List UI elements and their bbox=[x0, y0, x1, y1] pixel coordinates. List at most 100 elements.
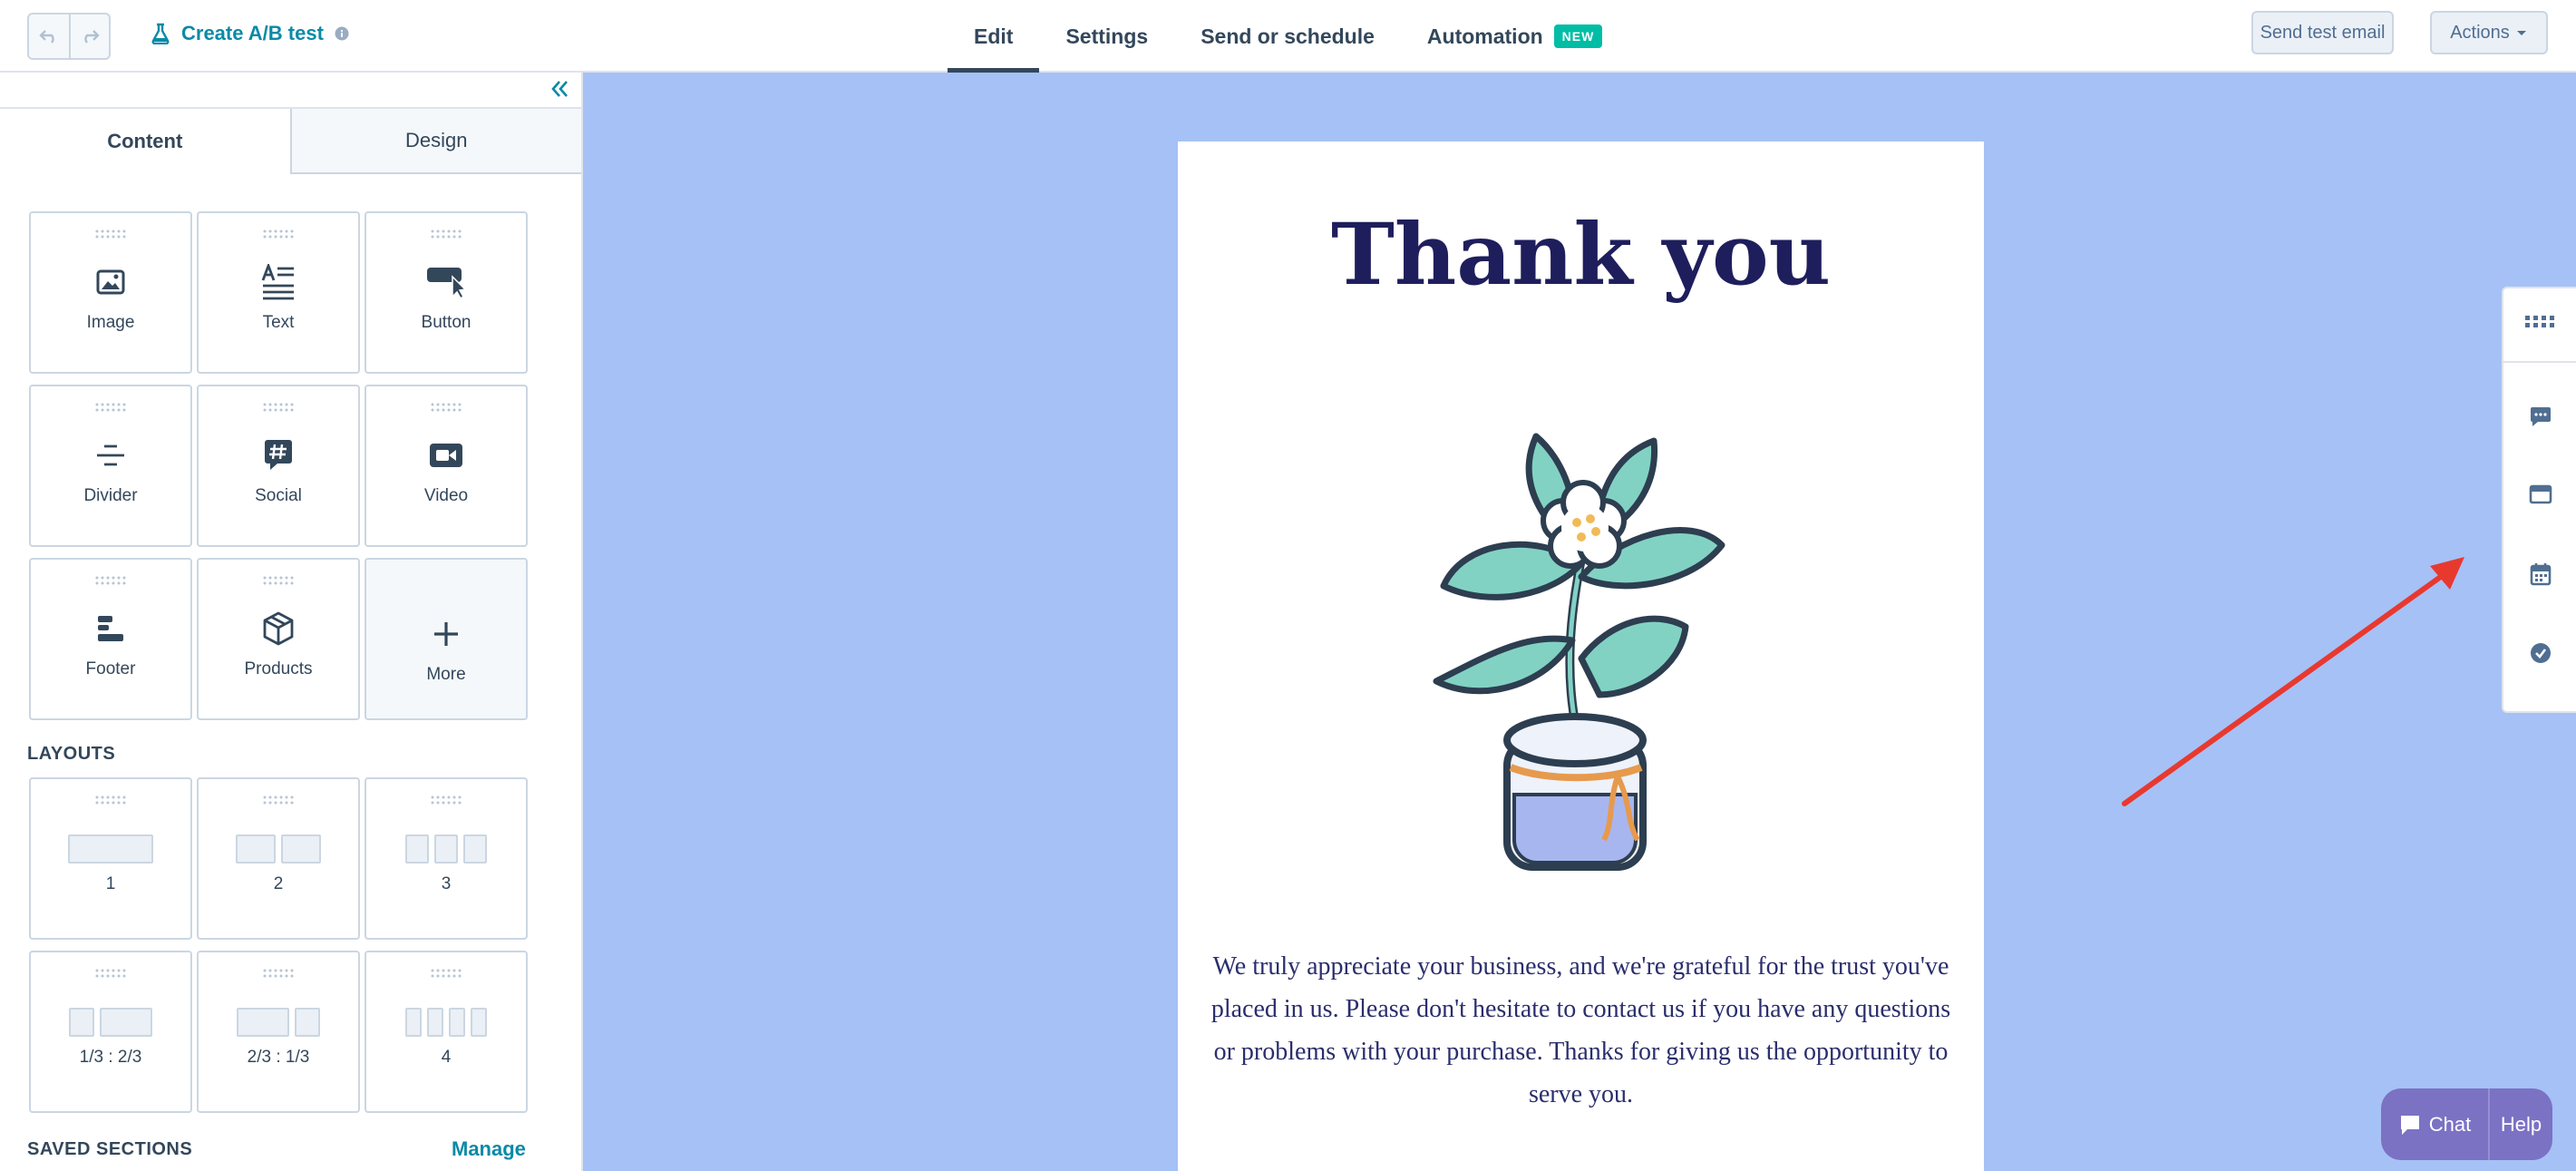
drag-handle-icon bbox=[95, 576, 126, 585]
layout-grid: 1 2 3 1/3 : 2/3 2/3 : 1/3 4 bbox=[29, 777, 528, 1113]
tab-send-or-schedule[interactable]: Send or schedule bbox=[1174, 0, 1401, 73]
annotation-arrow bbox=[2122, 557, 2464, 806]
tab-design-label: Design bbox=[405, 129, 468, 151]
module-products-label: Products bbox=[244, 659, 313, 678]
layout-preview bbox=[68, 834, 153, 864]
actions-dropdown-button[interactable]: Actions bbox=[2430, 11, 2548, 54]
actions-label: Actions bbox=[2450, 22, 2510, 43]
email-title: Thank you bbox=[1330, 205, 1832, 305]
layout-2[interactable]: 2 bbox=[197, 777, 360, 940]
caret-down-icon bbox=[2516, 31, 2526, 35]
create-ab-test-link[interactable]: Create A/B test bbox=[151, 22, 349, 45]
drag-handle-icon bbox=[95, 229, 126, 239]
layout-preview bbox=[405, 834, 487, 864]
layout-preview bbox=[69, 1007, 152, 1037]
help-label: Help bbox=[2500, 1112, 2542, 1136]
check-circle-icon bbox=[2531, 643, 2551, 663]
send-test-email-button[interactable]: Send test email bbox=[2251, 11, 2394, 54]
drag-handle-icon bbox=[95, 969, 126, 978]
tab-design[interactable]: Design bbox=[289, 109, 581, 174]
info-icon[interactable] bbox=[335, 26, 349, 41]
rail-checks-button[interactable] bbox=[2503, 642, 2576, 664]
comment-icon bbox=[2531, 407, 2551, 426]
drag-handle-icon bbox=[431, 403, 462, 412]
send-test-email-label: Send test email bbox=[2260, 22, 2386, 43]
module-divider[interactable]: Divider bbox=[29, 385, 192, 547]
manage-saved-sections-link[interactable]: Manage bbox=[452, 1137, 526, 1161]
rail-grid-button[interactable] bbox=[2503, 316, 2576, 328]
layout-preview bbox=[405, 1007, 487, 1037]
module-button[interactable]: Button bbox=[365, 211, 528, 374]
grid-icon bbox=[2525, 316, 2554, 327]
layout-1-3-2-3-label: 1/3 : 2/3 bbox=[79, 1047, 142, 1067]
drag-handle-icon bbox=[263, 229, 294, 239]
rail-comments-button[interactable] bbox=[2503, 406, 2576, 428]
module-more-label: More bbox=[426, 664, 466, 684]
drag-handle-icon bbox=[95, 795, 126, 805]
module-products[interactable]: Products bbox=[197, 558, 360, 720]
layout-4-label: 4 bbox=[441, 1047, 452, 1067]
layout-4[interactable]: 4 bbox=[365, 951, 528, 1113]
email-body-text: We truly appreciate your business, and w… bbox=[1210, 952, 1951, 1108]
drag-handle-icon bbox=[431, 229, 462, 239]
social-icon bbox=[265, 439, 292, 470]
layout-3-label: 3 bbox=[441, 873, 452, 893]
module-footer[interactable]: Footer bbox=[29, 558, 192, 720]
button-icon bbox=[427, 267, 467, 298]
module-video[interactable]: Video bbox=[365, 385, 528, 547]
rail-separator bbox=[2503, 361, 2576, 363]
left-sidebar: Content Design Image Text Button Divider bbox=[0, 73, 583, 1171]
undo-redo-group bbox=[27, 13, 111, 60]
chat-label: Chat bbox=[2428, 1112, 2472, 1136]
layout-1[interactable]: 1 bbox=[29, 777, 192, 940]
products-icon bbox=[263, 611, 294, 645]
email-preview[interactable]: Thank you We truly appreciate your busin… bbox=[1178, 141, 1984, 1171]
tab-content-label: Content bbox=[107, 130, 183, 152]
footer-icon bbox=[98, 615, 123, 641]
module-text[interactable]: Text bbox=[197, 211, 360, 374]
help-button[interactable]: Help bbox=[2488, 1088, 2552, 1160]
module-divider-label: Divider bbox=[83, 485, 138, 505]
drag-handle-icon bbox=[431, 795, 462, 805]
drag-handle-icon bbox=[95, 403, 126, 412]
chat-button[interactable]: Chat bbox=[2381, 1088, 2488, 1160]
tab-edit-label: Edit bbox=[974, 24, 1014, 48]
divider-icon bbox=[97, 444, 124, 465]
module-button-label: Button bbox=[421, 312, 471, 332]
drag-handle-icon bbox=[263, 403, 294, 412]
sidebar-tabs: Content Design bbox=[0, 109, 581, 174]
tab-edit[interactable]: Edit bbox=[948, 0, 1040, 73]
right-tool-rail bbox=[2502, 287, 2576, 713]
double-chevron-left-icon bbox=[551, 81, 568, 97]
collapse-sidebar-button[interactable] bbox=[549, 78, 570, 104]
drag-handle-icon bbox=[263, 576, 294, 585]
flask-icon bbox=[151, 23, 170, 44]
layout-2-3-1-3[interactable]: 2/3 : 1/3 bbox=[197, 951, 360, 1113]
calendar-icon bbox=[2530, 563, 2552, 586]
tab-content[interactable]: Content bbox=[0, 109, 290, 174]
drag-handle-icon bbox=[263, 795, 294, 805]
redo-button[interactable] bbox=[69, 15, 109, 58]
redo-icon bbox=[84, 30, 100, 44]
text-icon bbox=[261, 263, 294, 299]
layouts-heading: LAYOUTS bbox=[27, 744, 116, 764]
tab-automation[interactable]: Automation NEW bbox=[1401, 0, 1628, 73]
sidebar-collapse-row bbox=[0, 73, 581, 109]
module-footer-label: Footer bbox=[85, 659, 136, 678]
tab-settings[interactable]: Settings bbox=[1039, 0, 1174, 73]
image-icon bbox=[96, 269, 125, 294]
module-social[interactable]: Social bbox=[197, 385, 360, 547]
undo-button[interactable] bbox=[29, 15, 69, 58]
layout-3[interactable]: 3 bbox=[365, 777, 528, 940]
saved-sections-heading: SAVED SECTIONS bbox=[27, 1139, 193, 1159]
tab-send-label: Send or schedule bbox=[1201, 24, 1375, 48]
module-grid: Image Text Button Divider Social Video F… bbox=[29, 211, 528, 720]
top-toolbar: Create A/B test Edit Settings Send or sc… bbox=[0, 0, 2576, 73]
module-more[interactable]: More bbox=[365, 558, 528, 720]
layout-1-3-2-3[interactable]: 1/3 : 2/3 bbox=[29, 951, 192, 1113]
drag-handle-icon bbox=[431, 969, 462, 978]
module-image[interactable]: Image bbox=[29, 211, 192, 374]
rail-preview-button[interactable] bbox=[2503, 484, 2576, 504]
rail-calendar-button[interactable] bbox=[2503, 562, 2576, 586]
layout-preview bbox=[237, 1007, 320, 1037]
